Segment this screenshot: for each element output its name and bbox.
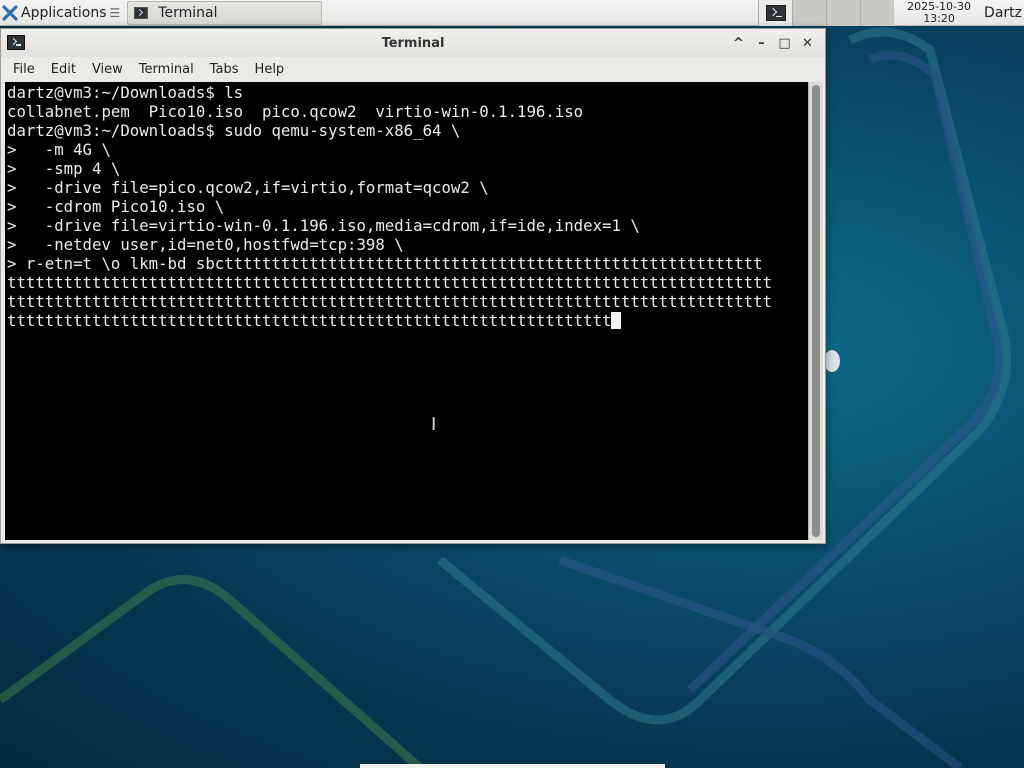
applications-menu-button[interactable]: Applications ☰: [0, 0, 124, 26]
terminal-line: dartz@vm3:~/Downloads$ sudo qemu-system-…: [7, 121, 461, 140]
window-title: Terminal: [381, 35, 445, 51]
terminal-icon: [7, 35, 25, 50]
terminal-line: > -netdev user,id=net0,hostfwd=tcp:398 \: [7, 235, 404, 254]
terminal-line: > -smp 4 \: [7, 159, 121, 178]
menu-bar: File Edit View Terminal Tabs Help: [1, 57, 825, 82]
terminal-icon: [134, 6, 149, 19]
scrollbar-thumb[interactable]: [812, 85, 820, 537]
terminal-line: tttttttttttttttttttttttttttttttttttttttt…: [7, 292, 773, 311]
terminal-scrollbar[interactable]: [808, 82, 823, 540]
workspace-4[interactable]: [860, 0, 895, 26]
text-cursor: [611, 312, 622, 329]
menu-terminal[interactable]: Terminal: [131, 62, 202, 77]
close-button[interactable]: ✕: [796, 33, 819, 53]
clock[interactable]: 2025-10-30 13:20: [904, 0, 974, 25]
workspace-1[interactable]: [758, 0, 793, 26]
menu-view[interactable]: View: [84, 62, 131, 77]
menu-help[interactable]: Help: [247, 62, 293, 77]
terminal-line: collabnet.pem Pico10.iso pico.qcow2 virt…: [7, 102, 584, 121]
top-panel: Applications ☰ Terminal 2025-10-30 13:20…: [0, 0, 1024, 26]
xfce-logo-icon: [2, 4, 18, 21]
shade-button[interactable]: ^: [727, 33, 750, 53]
maximize-button[interactable]: □: [773, 33, 796, 53]
workspace-switcher: [758, 0, 895, 26]
minimize-button[interactable]: –: [750, 33, 773, 53]
workspace-2[interactable]: [792, 0, 827, 26]
terminal-line: tttttttttttttttttttttttttttttttttttttttt…: [7, 273, 773, 292]
window-titlebar[interactable]: Terminal ^ – □ ✕: [1, 29, 825, 57]
terminal-line: > -drive file=virtio-win-0.1.196.iso,med…: [7, 216, 640, 235]
user-menu[interactable]: Dartz: [984, 5, 1022, 21]
terminal-line: > r-etn=t \o lkm-bd sbcttttttttttttttttt…: [7, 254, 763, 273]
terminal-output: dartz@vm3:~/Downloads$ ls collabnet.pem P…: [7, 83, 807, 330]
menu-edit[interactable]: Edit: [43, 62, 84, 77]
ibeam-cursor-icon: I: [431, 414, 437, 435]
terminal-area[interactable]: dartz@vm3:~/Downloads$ ls collabnet.pem P…: [5, 82, 823, 540]
terminal-icon: [765, 4, 786, 21]
terminal-line-current: tttttttttttttttttttttttttttttttttttttttt…: [7, 311, 807, 330]
menu-file[interactable]: File: [5, 62, 43, 77]
terminal-line: > -cdrom Pico10.iso \: [7, 197, 225, 216]
menu-separator-icon: ☰: [109, 5, 121, 20]
terminal-line-text: tttttttttttttttttttttttttttttttttttttttt…: [7, 311, 612, 330]
clock-date: 2025-10-30: [907, 0, 972, 13]
terminal-line: dartz@vm3:~/Downloads$ ls: [7, 83, 244, 102]
menu-tabs[interactable]: Tabs: [202, 62, 247, 77]
workspace-3[interactable]: [826, 0, 861, 26]
terminal-line: > -drive file=pico.qcow2,if=virtio,forma…: [7, 178, 489, 197]
bottom-dock-edge: [360, 764, 665, 768]
clock-time: 13:20: [923, 11, 955, 25]
terminal-line: > -m 4G \: [7, 140, 111, 159]
taskbar-item-terminal[interactable]: Terminal: [127, 0, 323, 25]
taskbar-item-label: Terminal: [158, 4, 218, 21]
applications-label: Applications: [21, 4, 107, 21]
terminal-window: Terminal ^ – □ ✕ File Edit View Terminal…: [0, 28, 826, 544]
